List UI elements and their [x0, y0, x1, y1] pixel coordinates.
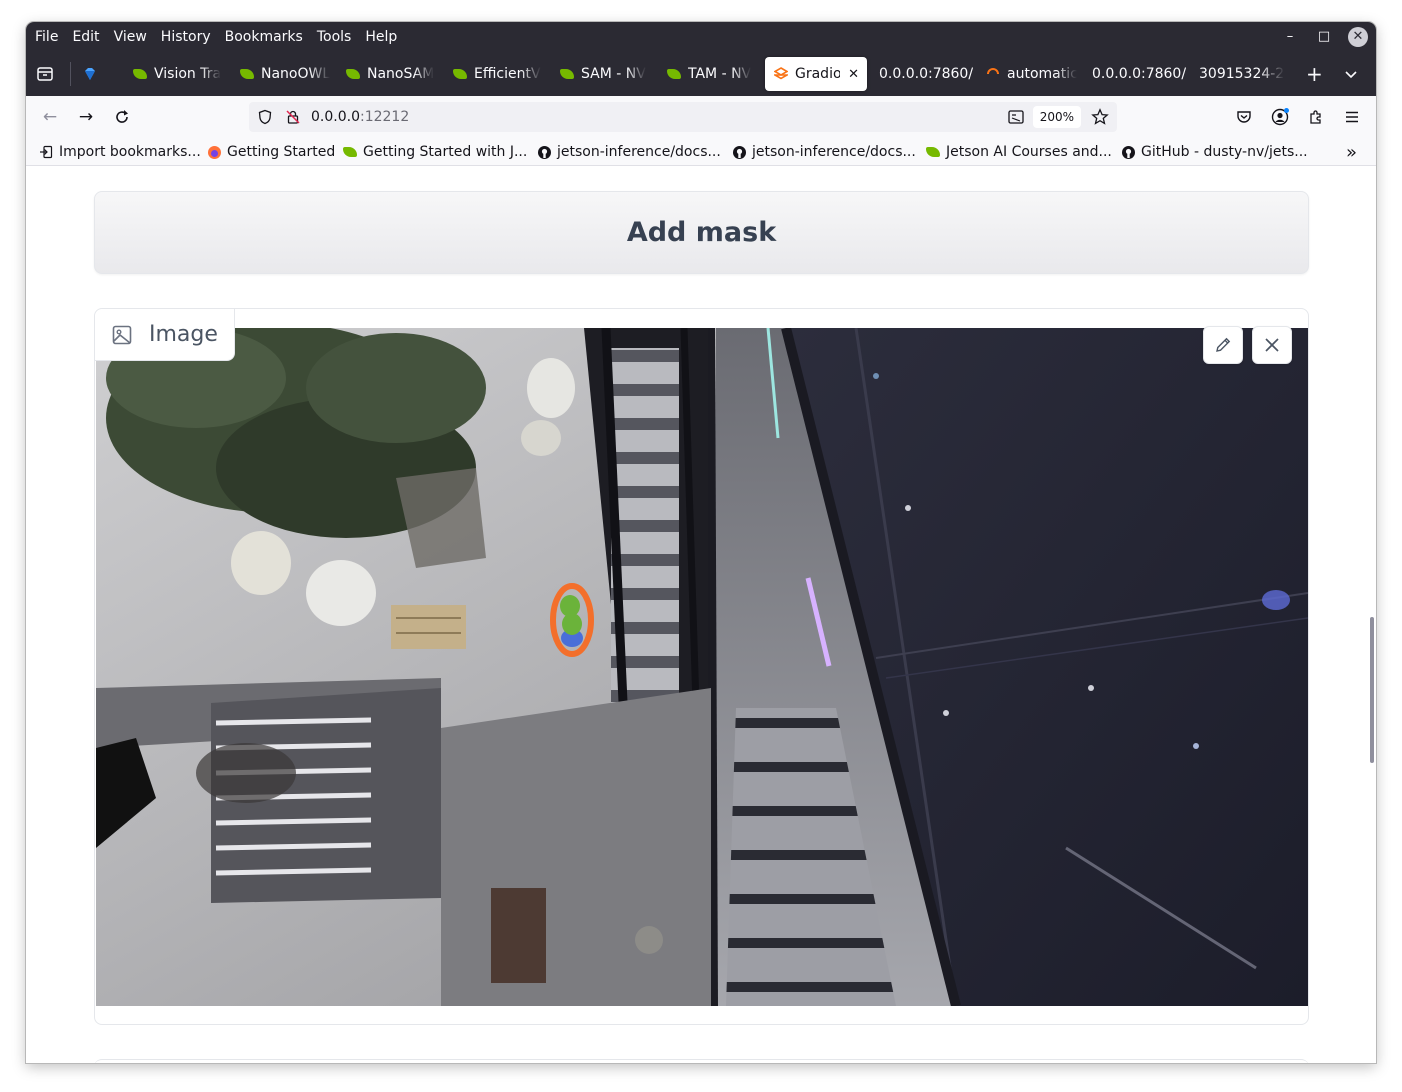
nvidia-icon — [925, 144, 941, 160]
nvidia-icon — [559, 66, 575, 82]
menu-view[interactable]: View — [107, 22, 154, 52]
close-tab-icon[interactable]: ✕ — [848, 67, 859, 82]
menu-history[interactable]: History — [154, 22, 218, 52]
nvidia-icon — [666, 66, 682, 82]
bookmark-import[interactable]: Import bookmarks... — [38, 138, 201, 166]
bookmark-getting-started[interactable]: Getting Started — [206, 138, 335, 166]
reload-icon — [116, 110, 128, 123]
more-bookmarks-button[interactable]: » — [1346, 138, 1357, 166]
tab-nanosam[interactable]: NanoSAM — [345, 57, 437, 91]
pocket-button[interactable] — [1233, 106, 1255, 128]
tab-automatic[interactable]: automatic — [985, 57, 1077, 91]
nvidia-icon — [452, 66, 468, 82]
image-icon — [112, 325, 132, 344]
bookmarks-bar: Import bookmarks... Getting Started Gett… — [26, 138, 1376, 166]
minimize-button[interactable]: – — [1280, 27, 1300, 47]
image-component: Image — [94, 308, 1309, 1025]
image-component-label: Image — [95, 309, 235, 361]
clear-image-button[interactable] — [1252, 326, 1292, 364]
url-text[interactable]: 0.0.0.0:12212 — [311, 109, 409, 125]
firefox-view-icon — [37, 67, 53, 81]
menu-edit[interactable]: Edit — [65, 22, 106, 52]
close-window-button[interactable]: ✕ — [1348, 27, 1368, 47]
add-mask-button[interactable]: Add mask — [94, 191, 1309, 274]
github-icon — [536, 144, 552, 160]
tab-localhost-7860-b[interactable]: 0.0.0.0:7860/ — [1092, 57, 1188, 91]
navigation-bar: ← → 0.0.0.0:12212 200% — [26, 96, 1376, 138]
menu-bar: File Edit View History Bookmarks Tools H… — [26, 22, 1376, 52]
extensions-button[interactable] — [1305, 106, 1327, 128]
account-icon — [1271, 108, 1289, 126]
nvidia-icon — [345, 66, 361, 82]
url-bar[interactable]: 0.0.0.0:12212 200% — [249, 102, 1117, 132]
tab-pdf[interactable]: 30915324-2C — [1199, 57, 1285, 91]
tab-tam[interactable]: TAM - NV — [666, 57, 758, 91]
next-component-border — [94, 1059, 1309, 1063]
spinner-icon — [985, 66, 1001, 82]
import-icon — [38, 144, 54, 160]
puzzle-icon — [1310, 110, 1321, 124]
tab-localhost-7860-a[interactable]: 0.0.0.0:7860/ — [879, 57, 975, 91]
page-content: Add mask Image — [26, 167, 1376, 1063]
bookmark-jetson-ai-courses[interactable]: Jetson AI Courses and... — [925, 138, 1112, 166]
tab-vision-transformers[interactable]: Vision Tra — [132, 57, 224, 91]
shield-icon[interactable] — [257, 109, 273, 125]
maximize-button[interactable]: □ — [1314, 27, 1334, 47]
tab-nanoowl[interactable]: NanoOWL — [239, 57, 331, 91]
close-icon — [1265, 338, 1279, 352]
bookmark-github-dusty-nv[interactable]: GitHub - dusty-nv/jets... — [1120, 138, 1308, 166]
nvidia-icon — [239, 66, 255, 82]
pinned-tab[interactable] — [82, 57, 102, 91]
forward-button[interactable]: → — [75, 106, 97, 128]
nvidia-icon — [132, 66, 148, 82]
insecure-lock-icon[interactable] — [285, 109, 301, 125]
gradio-icon — [773, 66, 789, 82]
reader-view-icon[interactable] — [1007, 108, 1025, 126]
image-canvas[interactable] — [96, 328, 1308, 1006]
account-button[interactable] — [1269, 106, 1291, 128]
browser-window: File Edit View History Bookmarks Tools H… — [26, 22, 1376, 1063]
github-icon — [1120, 144, 1136, 160]
tab-efficientvit[interactable]: EfficientV — [452, 57, 544, 91]
menu-help[interactable]: Help — [358, 22, 404, 52]
reload-button[interactable] — [111, 106, 133, 128]
bookmark-star-icon[interactable] — [1091, 108, 1109, 126]
gem-icon — [85, 68, 95, 80]
hamburger-menu-icon — [1346, 111, 1358, 123]
bookmark-jetson-inference-docs-1[interactable]: jetson-inference/docs... — [536, 138, 721, 166]
bookmark-getting-started-jetson[interactable]: Getting Started with J... — [342, 138, 527, 166]
menu-file[interactable]: File — [28, 22, 65, 52]
github-icon — [731, 144, 747, 160]
tab-sam[interactable]: SAM - NV — [559, 57, 651, 91]
zoom-level-badge[interactable]: 200% — [1032, 106, 1081, 128]
tab-bar: Vision Tra NanoOWL NanoSAM EfficientV SA… — [26, 52, 1376, 96]
new-tab-button[interactable]: + — [1306, 57, 1324, 91]
edit-image-button[interactable] — [1203, 326, 1243, 364]
nvidia-icon — [342, 144, 358, 160]
tab-separator — [70, 62, 71, 86]
menu-tools[interactable]: Tools — [310, 22, 359, 52]
back-button[interactable]: ← — [39, 106, 61, 128]
firefox-view-button[interactable] — [36, 57, 58, 91]
firefox-icon — [206, 144, 222, 160]
chevron-down-icon — [1345, 71, 1357, 79]
app-menu-button[interactable] — [1341, 106, 1363, 128]
list-all-tabs-button[interactable] — [1344, 57, 1362, 91]
escalator-photo[interactable] — [96, 328, 1308, 1006]
bookmark-jetson-inference-docs-2[interactable]: jetson-inference/docs... — [731, 138, 916, 166]
pocket-icon — [1237, 111, 1251, 123]
menu-bookmarks[interactable]: Bookmarks — [218, 22, 310, 52]
page-scrollbar[interactable] — [1370, 617, 1374, 763]
pencil-icon — [1216, 337, 1231, 352]
tab-gradio[interactable]: Gradio ✕ — [765, 57, 867, 91]
